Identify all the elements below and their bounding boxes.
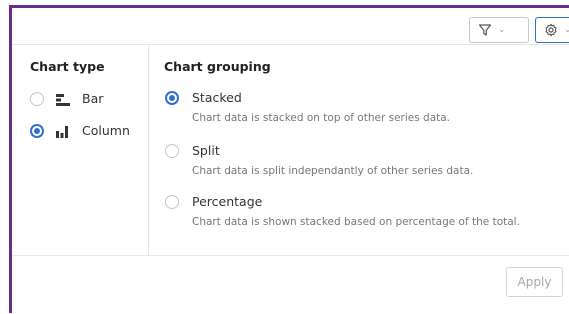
toolbar: ⌄ ⌄ bbox=[12, 8, 569, 45]
radio-bar[interactable] bbox=[30, 92, 44, 106]
chart-type-label: Bar bbox=[82, 91, 104, 106]
radio-percentage[interactable] bbox=[165, 195, 179, 209]
filter-button[interactable]: ⌄ bbox=[469, 17, 529, 43]
apply-button[interactable]: Apply bbox=[506, 267, 563, 297]
grouping-description: Chart data is stacked on top of other se… bbox=[192, 112, 451, 124]
column-chart-icon bbox=[55, 124, 71, 138]
chart-grouping-section: Chart grouping Stacked Chart data is sta… bbox=[149, 45, 569, 255]
radio-split[interactable] bbox=[165, 144, 179, 158]
grouping-label: Split bbox=[192, 143, 220, 158]
filter-icon bbox=[478, 23, 492, 37]
chart-type-section: Chart type Bar Column bbox=[12, 45, 149, 255]
grouping-description: Chart data is split independantly of oth… bbox=[192, 165, 474, 177]
gear-icon bbox=[544, 23, 558, 37]
chart-grouping-title: Chart grouping bbox=[164, 59, 271, 74]
chart-type-title: Chart type bbox=[30, 59, 105, 74]
radio-stacked[interactable] bbox=[165, 91, 179, 105]
grouping-description: Chart data is shown stacked based on per… bbox=[192, 216, 520, 228]
chevron-down-icon: ⌄ bbox=[498, 24, 506, 35]
bar-chart-icon bbox=[55, 92, 71, 106]
radio-column[interactable] bbox=[30, 124, 44, 138]
chevron-down-icon: ⌄ bbox=[564, 24, 569, 35]
footer bbox=[12, 255, 569, 314]
grouping-label: Stacked bbox=[192, 90, 242, 105]
grouping-label: Percentage bbox=[192, 194, 263, 209]
settings-button[interactable]: ⌄ bbox=[535, 17, 569, 43]
chart-type-label: Column bbox=[82, 123, 130, 138]
chart-settings-popover: ⌄ ⌄ Chart type Bar Column Chart grouping… bbox=[0, 0, 569, 314]
